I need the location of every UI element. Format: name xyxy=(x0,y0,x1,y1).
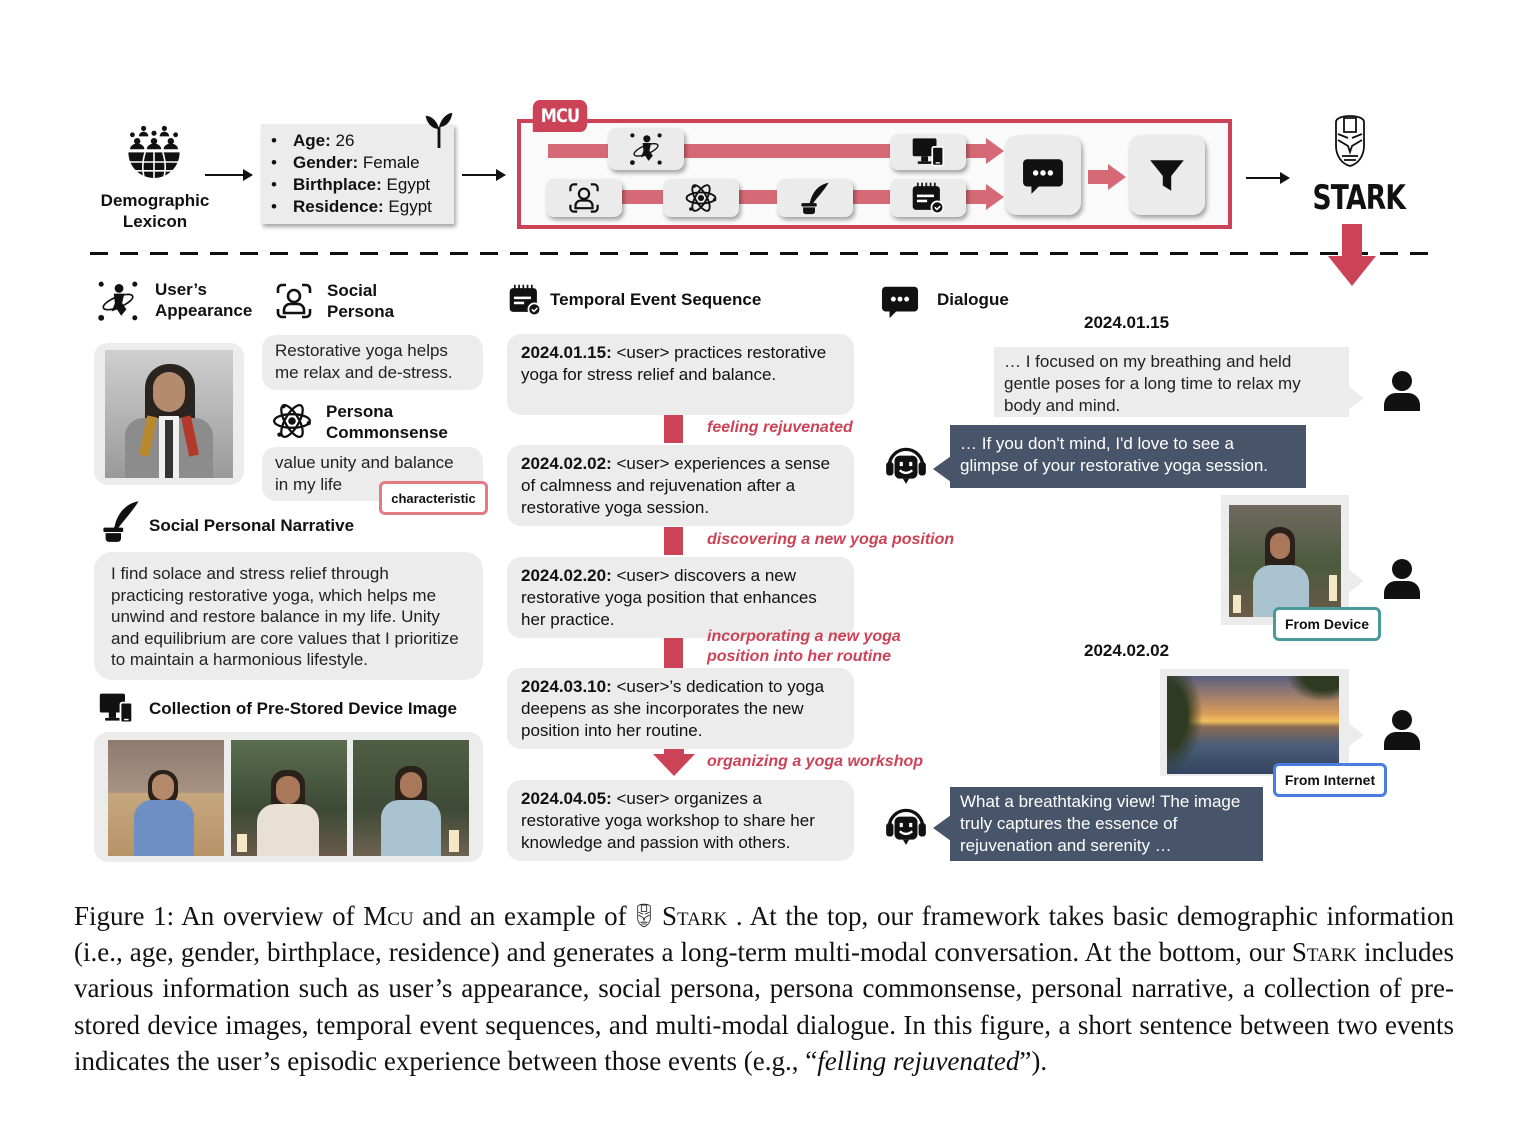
timeline-connector xyxy=(664,527,683,555)
device-image-candles xyxy=(231,740,347,856)
tile-social-persona xyxy=(546,179,622,217)
quill-icon xyxy=(798,181,832,215)
tile-device xyxy=(890,134,966,170)
sprout-icon xyxy=(424,110,454,148)
dialogue-title: Dialogue xyxy=(937,290,1009,309)
device-image-desert xyxy=(108,740,224,856)
characteristic-tag: characteristic xyxy=(379,481,488,515)
tile-appearance xyxy=(608,128,684,170)
event-card: 2024.04.05: <user> organizes a restorati… xyxy=(507,780,854,861)
timeline-title: Temporal Event Sequence xyxy=(550,290,762,309)
event-card: 2024.03.10: <user>’s dedication to yoga … xyxy=(507,668,854,749)
device-image-plants xyxy=(353,740,469,856)
demographic-label-line1: Demographic xyxy=(100,191,210,210)
attr-residence: Residence: Egypt xyxy=(271,196,454,218)
narrative-title: Social Personal Narrative xyxy=(149,516,355,535)
chat-icon xyxy=(1022,154,1064,196)
bubble-tail xyxy=(933,456,951,482)
timeline-down-arrow-icon xyxy=(653,749,695,776)
tile-event-sequence xyxy=(890,179,966,217)
pipeline-track-mid xyxy=(1088,170,1110,184)
calendar-check-icon xyxy=(911,181,945,215)
attr-gender: Gender: Female xyxy=(271,152,454,174)
atom-icon xyxy=(684,181,718,215)
user-avatar-icon xyxy=(1382,368,1422,414)
timeline-connector xyxy=(664,638,683,668)
social-persona-title: Social Persona xyxy=(327,281,395,321)
down-arrow-icon xyxy=(1328,224,1376,286)
demographic-globe-icon xyxy=(118,122,190,186)
chat-icon xyxy=(880,282,920,320)
tile-commonsense xyxy=(663,179,739,217)
pipeline-arrowhead xyxy=(1108,164,1126,190)
transition-label: incorporating a new yoga position into h… xyxy=(707,628,901,665)
appearance-title: User’s Appearance xyxy=(155,280,253,320)
arrow-right xyxy=(462,169,506,181)
user-message: … I focused on my breathing and held gen… xyxy=(994,347,1349,417)
arrow-right xyxy=(1246,172,1290,184)
tile-filter xyxy=(1129,135,1205,215)
device-icon xyxy=(911,135,945,169)
transition-label: feeling rejuvenated xyxy=(707,419,853,436)
appearance-photo-card xyxy=(94,343,244,485)
bubble-tail xyxy=(1348,723,1364,747)
user-appearance-photo xyxy=(105,350,233,478)
section-divider xyxy=(90,252,1440,255)
bot-message: … If you don't mind, I'd love to see a g… xyxy=(950,425,1306,488)
transition-label: discovering a new yoga position xyxy=(707,531,955,548)
arrow-right xyxy=(205,169,253,181)
bubble-tail xyxy=(933,815,951,841)
session-date: 2024.01.15 xyxy=(1084,313,1170,332)
ironman-helmet-icon xyxy=(1330,110,1370,170)
transition-label: organizing a yoga workshop xyxy=(707,753,924,770)
event-card: 2024.02.20: <user> discovers a new resto… xyxy=(507,557,854,638)
from-internet-tag: From Internet xyxy=(1273,763,1387,797)
persona-commonsense-title: Persona Commonsense xyxy=(326,402,448,442)
tile-dialogue xyxy=(1005,135,1081,215)
shared-internet-photo xyxy=(1167,676,1339,774)
bubble-tail xyxy=(1348,386,1364,410)
shared-image-card xyxy=(1221,495,1349,625)
pipeline-arrowhead xyxy=(986,184,1004,210)
shared-device-photo xyxy=(1229,505,1341,617)
device-icon xyxy=(96,690,136,726)
bot-avatar-icon xyxy=(883,441,929,487)
demographic-lexicon-label: Demographic Lexicon xyxy=(90,190,220,232)
stark-label: STARK xyxy=(1312,178,1406,218)
narrative-text: I find solace and stress relief through … xyxy=(94,552,483,680)
session-date: 2024.02.02 xyxy=(1084,641,1170,660)
bot-message: What a breathtaking view! The image trul… xyxy=(950,787,1263,861)
pipeline-arrowhead xyxy=(986,138,1004,164)
ironman-helmet-icon xyxy=(635,902,653,928)
mcu-tag: MCU xyxy=(532,100,588,132)
event-card: 2024.02.02: <user> experiences a sense o… xyxy=(507,445,854,526)
from-device-tag: From Device xyxy=(1273,607,1381,641)
attr-birthplace: Birthplace: Egypt xyxy=(271,174,454,196)
bot-avatar-icon xyxy=(883,802,929,848)
timeline-connector xyxy=(664,415,683,443)
filter-icon xyxy=(1146,154,1188,196)
tile-narrative xyxy=(777,179,853,217)
quill-icon xyxy=(98,499,144,543)
device-image-collection xyxy=(94,732,483,862)
figure-caption: Figure 1: An overview of Mcu and an exam… xyxy=(74,901,1455,1076)
calendar-check-icon xyxy=(505,283,545,317)
social-persona-text: Restorative yoga helps me relax and de-s… xyxy=(262,335,483,390)
device-collection-title: Collection of Pre-Stored Device Image xyxy=(149,699,457,718)
user-avatar-icon xyxy=(1382,556,1422,602)
event-card: 2024.01.15: <user> practices restorative… xyxy=(507,334,854,415)
appearance-icon xyxy=(629,132,663,166)
social-persona-icon xyxy=(273,281,315,321)
user-avatar-icon xyxy=(1382,707,1422,753)
demographic-label-line2: Lexicon xyxy=(122,212,188,231)
appearance-icon xyxy=(95,280,141,322)
bubble-tail xyxy=(1348,569,1364,593)
shared-image-card xyxy=(1160,669,1349,776)
atom-icon xyxy=(271,400,313,442)
social-persona-icon xyxy=(567,181,601,215)
